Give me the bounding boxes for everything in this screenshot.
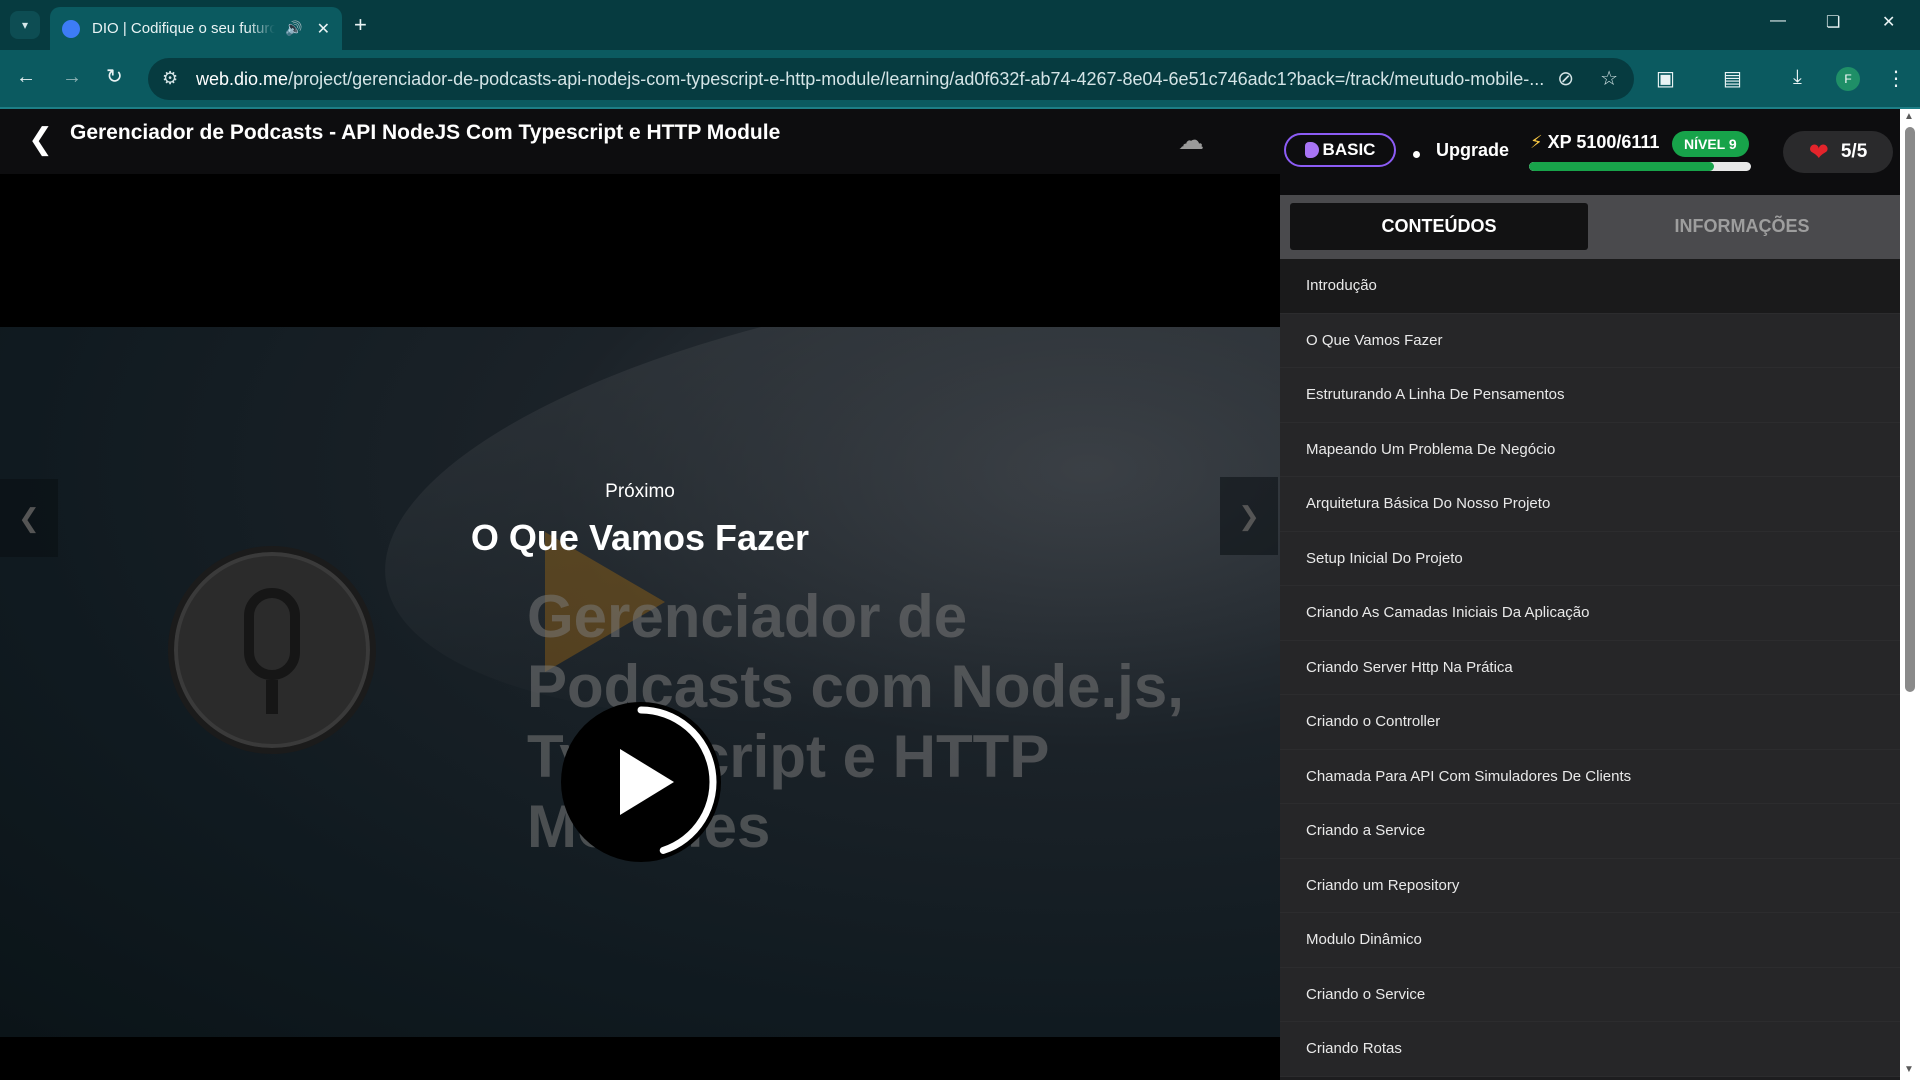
eye-off-icon[interactable]: ⊘ xyxy=(1557,66,1574,91)
page-scrollbar[interactable]: ▲ ▼ xyxy=(1900,109,1920,1080)
scrollbar-thumb[interactable] xyxy=(1905,127,1915,692)
next-label: Próximo xyxy=(605,481,675,502)
chevron-down-icon: ▾ xyxy=(21,18,29,32)
lesson-item[interactable]: Criando a Service xyxy=(1280,804,1900,859)
chevron-left-icon[interactable]: ❮ xyxy=(28,125,54,155)
tab-contents[interactable]: CONTEÚDOS xyxy=(1290,203,1588,250)
restore-icon[interactable]: ❏ xyxy=(1826,12,1840,32)
scroll-up-icon[interactable]: ▲ xyxy=(1904,111,1914,122)
tab-info[interactable]: INFORMAÇÕES xyxy=(1592,203,1892,250)
arrow-left-icon[interactable]: ← xyxy=(16,65,36,89)
play-icon[interactable] xyxy=(558,699,724,865)
upgrade-link[interactable]: Upgrade xyxy=(1436,140,1509,161)
xp-progress-fill xyxy=(1529,162,1715,171)
tune-icon[interactable]: ⚙ xyxy=(162,68,178,89)
user-status-bar: BASIC Upgrade ⚡ XP 5100/6111 NÍVEL 9 ❤ 5/… xyxy=(1280,109,1900,195)
lesson-item[interactable]: Criando Rotas xyxy=(1280,1022,1900,1077)
puzzle-icon[interactable]: ▣ xyxy=(1656,66,1675,91)
lives-label: 5/5 xyxy=(1840,141,1868,162)
lightning-icon: ⚡ xyxy=(1530,132,1543,152)
profile-avatar[interactable]: F xyxy=(1836,67,1860,91)
download-icon[interactable]: ⤓ xyxy=(1793,66,1802,89)
star-icon[interactable]: ☆ xyxy=(1600,66,1618,91)
minimize-icon[interactable]: — xyxy=(1770,12,1786,30)
level-badge: NÍVEL 9 xyxy=(1672,131,1749,157)
lesson-item[interactable]: Setup Inicial Do Projeto xyxy=(1280,531,1900,586)
cloud-download-icon[interactable]: ☁ xyxy=(1178,127,1214,153)
scroll-down-icon[interactable]: ▼ xyxy=(1904,1064,1914,1075)
lesson-list: Introdução O Que Vamos Fazer Estruturando … xyxy=(1280,259,1900,1077)
next-lesson-title: O Que Vamos Fazer xyxy=(470,517,810,558)
lesson-item[interactable]: Criando o Controller xyxy=(1280,695,1900,750)
kebab-menu-icon[interactable]: ⋮ xyxy=(1886,66,1906,91)
close-icon[interactable]: ✕ xyxy=(1882,12,1895,32)
lesson-item[interactable]: Mapeando Um Problema De Negócio xyxy=(1280,422,1900,477)
podcast-logo xyxy=(168,546,376,754)
lesson-item[interactable]: Arquitetura Básica Do Nosso Projeto xyxy=(1280,477,1900,532)
dio-favicon-icon xyxy=(62,19,80,38)
page-title: Gerenciador de Podcasts - API NodeJS Com… xyxy=(70,121,781,144)
xp-progress-bar xyxy=(1529,162,1751,171)
tab-search-button[interactable]: ▾ xyxy=(10,11,40,39)
address-bar[interactable]: ⚙ web.dio.me/project/gerenciador-de-podc… xyxy=(148,58,1634,100)
plus-icon[interactable]: + xyxy=(354,12,367,38)
separator-dot xyxy=(1413,151,1420,158)
lesson-item[interactable]: Modulo Dinâmico xyxy=(1280,913,1900,968)
browser-tab-bar: ▾ DIO | Codifique o seu futuro 🔊 ✕ + — ❏… xyxy=(0,0,1920,50)
course-page: ❮ Gerenciador de Podcasts - API NodeJS C… xyxy=(0,109,1920,1080)
lives-counter[interactable]: ❤ 5/5 xyxy=(1783,131,1893,173)
lesson-item[interactable]: Criando As Camadas Iniciais Da Aplicação xyxy=(1280,586,1900,641)
course-header: ❮ Gerenciador de Podcasts - API NodeJS C… xyxy=(0,109,1280,174)
xp-label: XP 5100/6111 xyxy=(1547,132,1660,152)
plan-badge[interactable]: BASIC xyxy=(1284,133,1396,167)
book-icon[interactable]: ▤ xyxy=(1723,66,1742,91)
tab-title: DIO | Codifique o seu futuro xyxy=(92,20,276,37)
arrow-right-icon[interactable]: → xyxy=(62,65,82,89)
microphone-icon xyxy=(244,588,300,680)
lesson-item[interactable]: Chamada Para API Com Simuladores De Clie… xyxy=(1280,749,1900,804)
lesson-item[interactable]: Introdução xyxy=(1280,259,1900,314)
plan-label: BASIC xyxy=(1322,140,1376,159)
lesson-item[interactable]: O Que Vamos Fazer xyxy=(1280,313,1900,368)
close-icon[interactable]: ✕ xyxy=(317,19,330,39)
lesson-item[interactable]: Criando Server Http Na Prática xyxy=(1280,640,1900,695)
browser-toolbar: ← → ↻ ⚙ web.dio.me/project/gerenciador-d… xyxy=(0,50,1920,108)
lesson-item[interactable]: Criando o Service xyxy=(1280,967,1900,1022)
microphone-stand xyxy=(266,680,278,714)
xp-counter: ⚡ XP 5100/6111 xyxy=(1530,132,1659,153)
url-path: /project/gerenciador-de-podcasts-api-nod… xyxy=(288,68,1545,89)
reload-icon[interactable]: ↻ xyxy=(106,65,123,89)
heart-icon: ❤ xyxy=(1808,138,1829,166)
lesson-item[interactable]: Criando um Repository xyxy=(1280,858,1900,913)
browser-tab[interactable]: DIO | Codifique o seu futuro 🔊 ✕ xyxy=(50,7,342,50)
speaker-icon[interactable]: 🔊 xyxy=(285,20,302,37)
lesson-item[interactable]: Estruturando A Linha De Pensamentos xyxy=(1280,368,1900,423)
video-player[interactable]: Gerenciador de Podcasts com Node.js, Typ… xyxy=(0,327,1280,1037)
gem-icon xyxy=(1304,142,1319,158)
url-host: web.dio.me xyxy=(196,68,289,89)
course-sidebar: BASIC Upgrade ⚡ XP 5100/6111 NÍVEL 9 ❤ 5/… xyxy=(1280,109,1900,1080)
sidebar-tabs: CONTEÚDOS INFORMAÇÕES xyxy=(1280,195,1900,259)
